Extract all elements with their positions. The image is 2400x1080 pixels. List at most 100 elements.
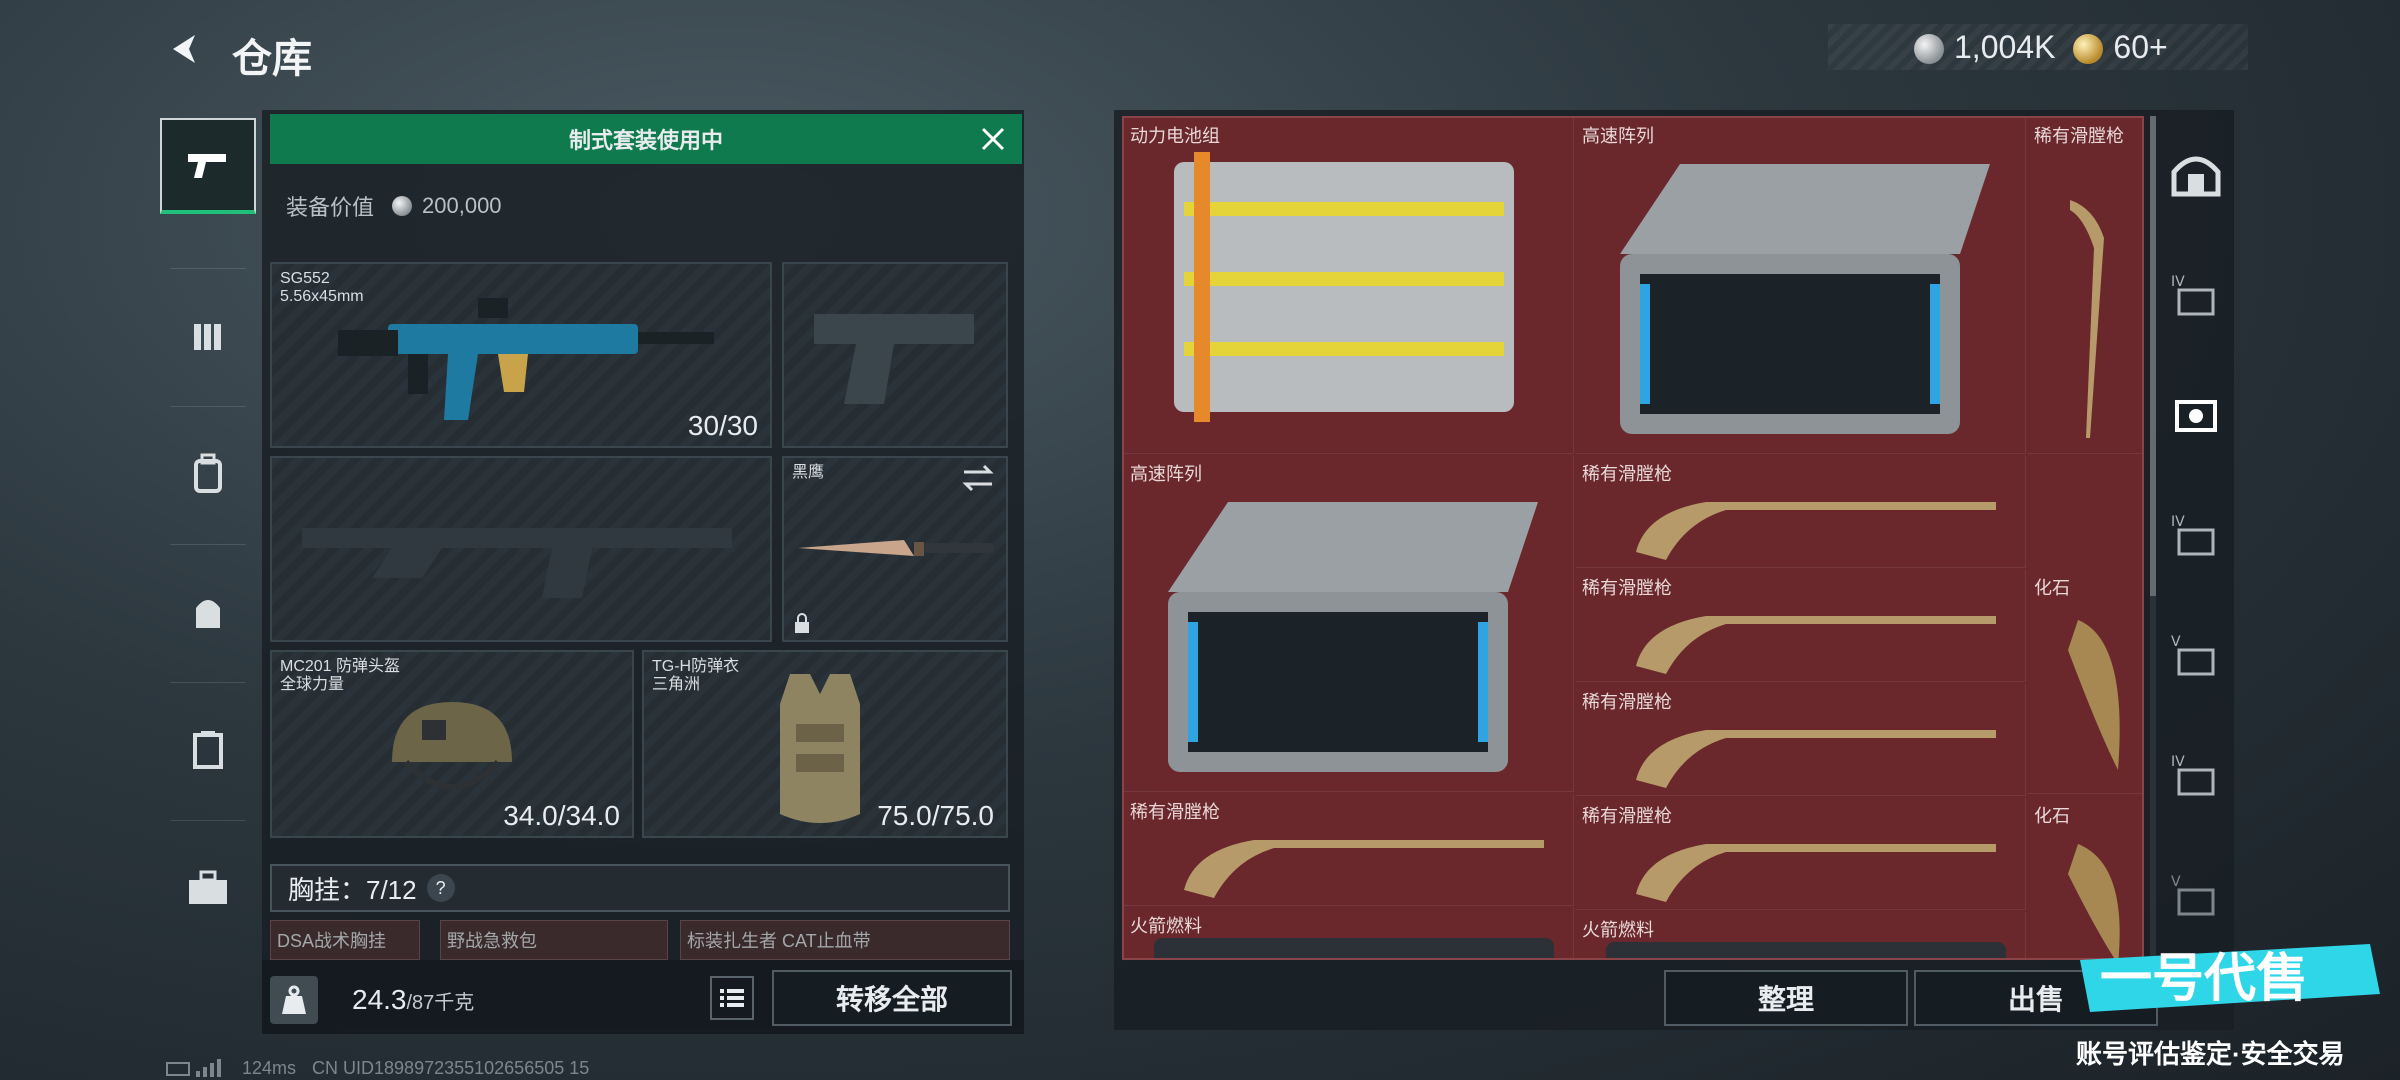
musket-image xyxy=(1636,502,1996,560)
storage-item[interactable]: 稀有滑膛枪 xyxy=(2028,118,2142,454)
watermark-tagline: 账号评估鉴定·安全交易 xyxy=(2076,1039,2345,1069)
svg-text:IV: IV xyxy=(2171,274,2185,290)
rail-weapons[interactable] xyxy=(160,118,256,214)
storage-tabs: IV IV V IV V xyxy=(2160,116,2232,960)
svg-text:V: V xyxy=(2171,634,2181,650)
storage-scroll-thumb[interactable] xyxy=(2150,116,2156,596)
knife-image xyxy=(798,540,994,556)
rail-pouch[interactable] xyxy=(160,564,256,660)
ping-readout: 124ms xyxy=(242,1058,297,1078)
storage-item[interactable]: 稀有滑膛枪 xyxy=(1576,684,2026,796)
weight-readout: 24.3/87千克 xyxy=(352,984,475,1015)
storage-item[interactable]: 稀有滑膛枪 xyxy=(1576,570,2026,682)
storage-item[interactable]: 高速阵列 xyxy=(1124,456,1574,792)
sort-button[interactable]: 整理 xyxy=(1664,970,1908,1026)
tools-icon: V xyxy=(2171,874,2215,916)
rifle-silhouette xyxy=(302,528,732,598)
chest-rig-bar[interactable]: 胸挂：7/12 ? xyxy=(270,864,1010,912)
page-title: 仓库 xyxy=(232,37,312,81)
coin-icon xyxy=(1914,34,1944,65)
watermark-logo: 一号代售 xyxy=(2080,944,2380,1012)
loadout-banner: 制式套装使用中 xyxy=(270,114,1022,164)
equipment-value: 装备价值 200,000 xyxy=(286,193,502,220)
pistol-icon xyxy=(188,154,226,178)
storage-item[interactable]: 化石 xyxy=(2028,570,2142,794)
helmet-slot[interactable]: MC201 防弹头盔 全球力量 34.0/34.0 xyxy=(270,650,634,838)
storage-item[interactable]: 稀有滑膛枪 xyxy=(1576,456,2026,568)
coin-balance[interactable]: 1,004K xyxy=(1914,29,2055,66)
lock-icon xyxy=(795,613,809,633)
tools-icon: V xyxy=(2171,634,2215,676)
melee-slot[interactable]: 黑鹰 xyxy=(782,456,1008,642)
primary-weapon-slot[interactable]: SG552 5.56x45mm 30/30 xyxy=(270,262,772,448)
pistol-silhouette xyxy=(814,314,974,404)
rail-toolbox[interactable] xyxy=(160,840,256,936)
svg-text:IV: IV xyxy=(2171,754,2185,770)
list-view-button[interactable] xyxy=(710,976,754,1020)
close-icon[interactable] xyxy=(978,124,1008,154)
storage-tab-8[interactable]: IV xyxy=(2160,736,2232,812)
chest-subslot[interactable]: 标装扎生者 CAT止血带 xyxy=(680,920,1010,960)
coin-icon xyxy=(392,196,413,216)
case-icon xyxy=(193,731,223,769)
rocket-fuel-image xyxy=(1154,938,1554,958)
armor-slot[interactable]: TG-H防弹衣 三角洲 75.0/75.0 xyxy=(642,650,1008,838)
storage-item[interactable]: 稀有滑膛枪 xyxy=(1576,798,2026,910)
battery-signal-icon xyxy=(166,1058,221,1077)
back-arrow-icon xyxy=(173,35,195,63)
secondary-weapon-slot[interactable] xyxy=(270,456,772,642)
weight-icon xyxy=(270,976,318,1024)
rail-case[interactable] xyxy=(160,702,256,798)
list-icon xyxy=(720,989,744,1007)
storage-item[interactable]: 火箭燃料 xyxy=(1124,908,1574,958)
folder-icon: IV xyxy=(2171,754,2215,796)
battery-image xyxy=(1174,152,1514,422)
backpack-icon xyxy=(194,453,222,493)
sidearm-slot[interactable] xyxy=(782,262,1008,448)
rifle-image xyxy=(338,298,714,420)
svg-text:IV: IV xyxy=(2171,514,2185,530)
folder-icon: IV xyxy=(2171,274,2215,316)
storage-item[interactable]: 稀有滑膛枪 xyxy=(1124,794,1574,906)
rail-backpack[interactable] xyxy=(160,426,256,522)
tools-icon xyxy=(2175,400,2217,432)
storage-grid: 动力电池组 高速阵列 稀有滑膛枪 高速阵列 稀有滑膛枪 稀有滑膛枪 化石 稀有滑… xyxy=(1122,116,2144,960)
storage-item[interactable]: 动力电池组 xyxy=(1124,118,1574,454)
helmet-image xyxy=(392,702,512,790)
svg-text:一号代售: 一号代售 xyxy=(2100,949,2308,1009)
storage-item[interactable]: 火箭燃料 xyxy=(1576,912,2026,958)
gold-balance[interactable]: 60+ xyxy=(2073,29,2168,66)
musket-image xyxy=(1636,616,1996,674)
rail-ammo[interactable] xyxy=(160,288,256,384)
ammo-icon xyxy=(194,324,221,350)
musket-image xyxy=(1184,840,1544,898)
storage-tab-main[interactable] xyxy=(2160,136,2232,212)
chest-subslot[interactable]: 野战急救包 xyxy=(440,920,668,960)
status-bar: 124ms CN UID1898972355102656505 15 xyxy=(166,1058,589,1079)
chest-subslot[interactable]: DSA战术胸挂 xyxy=(270,920,420,960)
storage-tab-6[interactable]: IV xyxy=(2160,496,2232,572)
category-rail xyxy=(160,108,256,1008)
svg-text:V: V xyxy=(2171,874,2181,890)
storage-tab-4[interactable]: IV xyxy=(2160,256,2232,332)
storage-item[interactable]: 高速阵列 xyxy=(1576,118,2026,454)
musket-image xyxy=(2070,200,2104,438)
gold-icon xyxy=(2073,34,2104,65)
server-array-image xyxy=(1168,502,1538,772)
folder-icon: IV xyxy=(2171,514,2215,556)
pouch-icon xyxy=(196,600,220,628)
transfer-all-button[interactable]: 转移全部 xyxy=(772,970,1012,1026)
server-array-image xyxy=(1620,164,1990,434)
storage-tab-9[interactable]: V xyxy=(2160,856,2232,932)
fossil-image xyxy=(2068,620,2120,770)
help-icon[interactable]: ? xyxy=(426,874,455,902)
back-button[interactable] xyxy=(160,24,210,74)
currency-bar: 1,004K 60+ xyxy=(1828,24,2248,70)
swap-icon[interactable] xyxy=(960,464,996,492)
storage-tab-5[interactable] xyxy=(2160,376,2232,452)
armor-image xyxy=(780,674,860,823)
storage-tab-7[interactable]: V xyxy=(2160,616,2232,692)
toolbox-icon xyxy=(189,870,227,904)
vault-icon xyxy=(2171,156,2221,197)
uid-readout: CN UID1898972355102656505 15 xyxy=(312,1058,590,1078)
